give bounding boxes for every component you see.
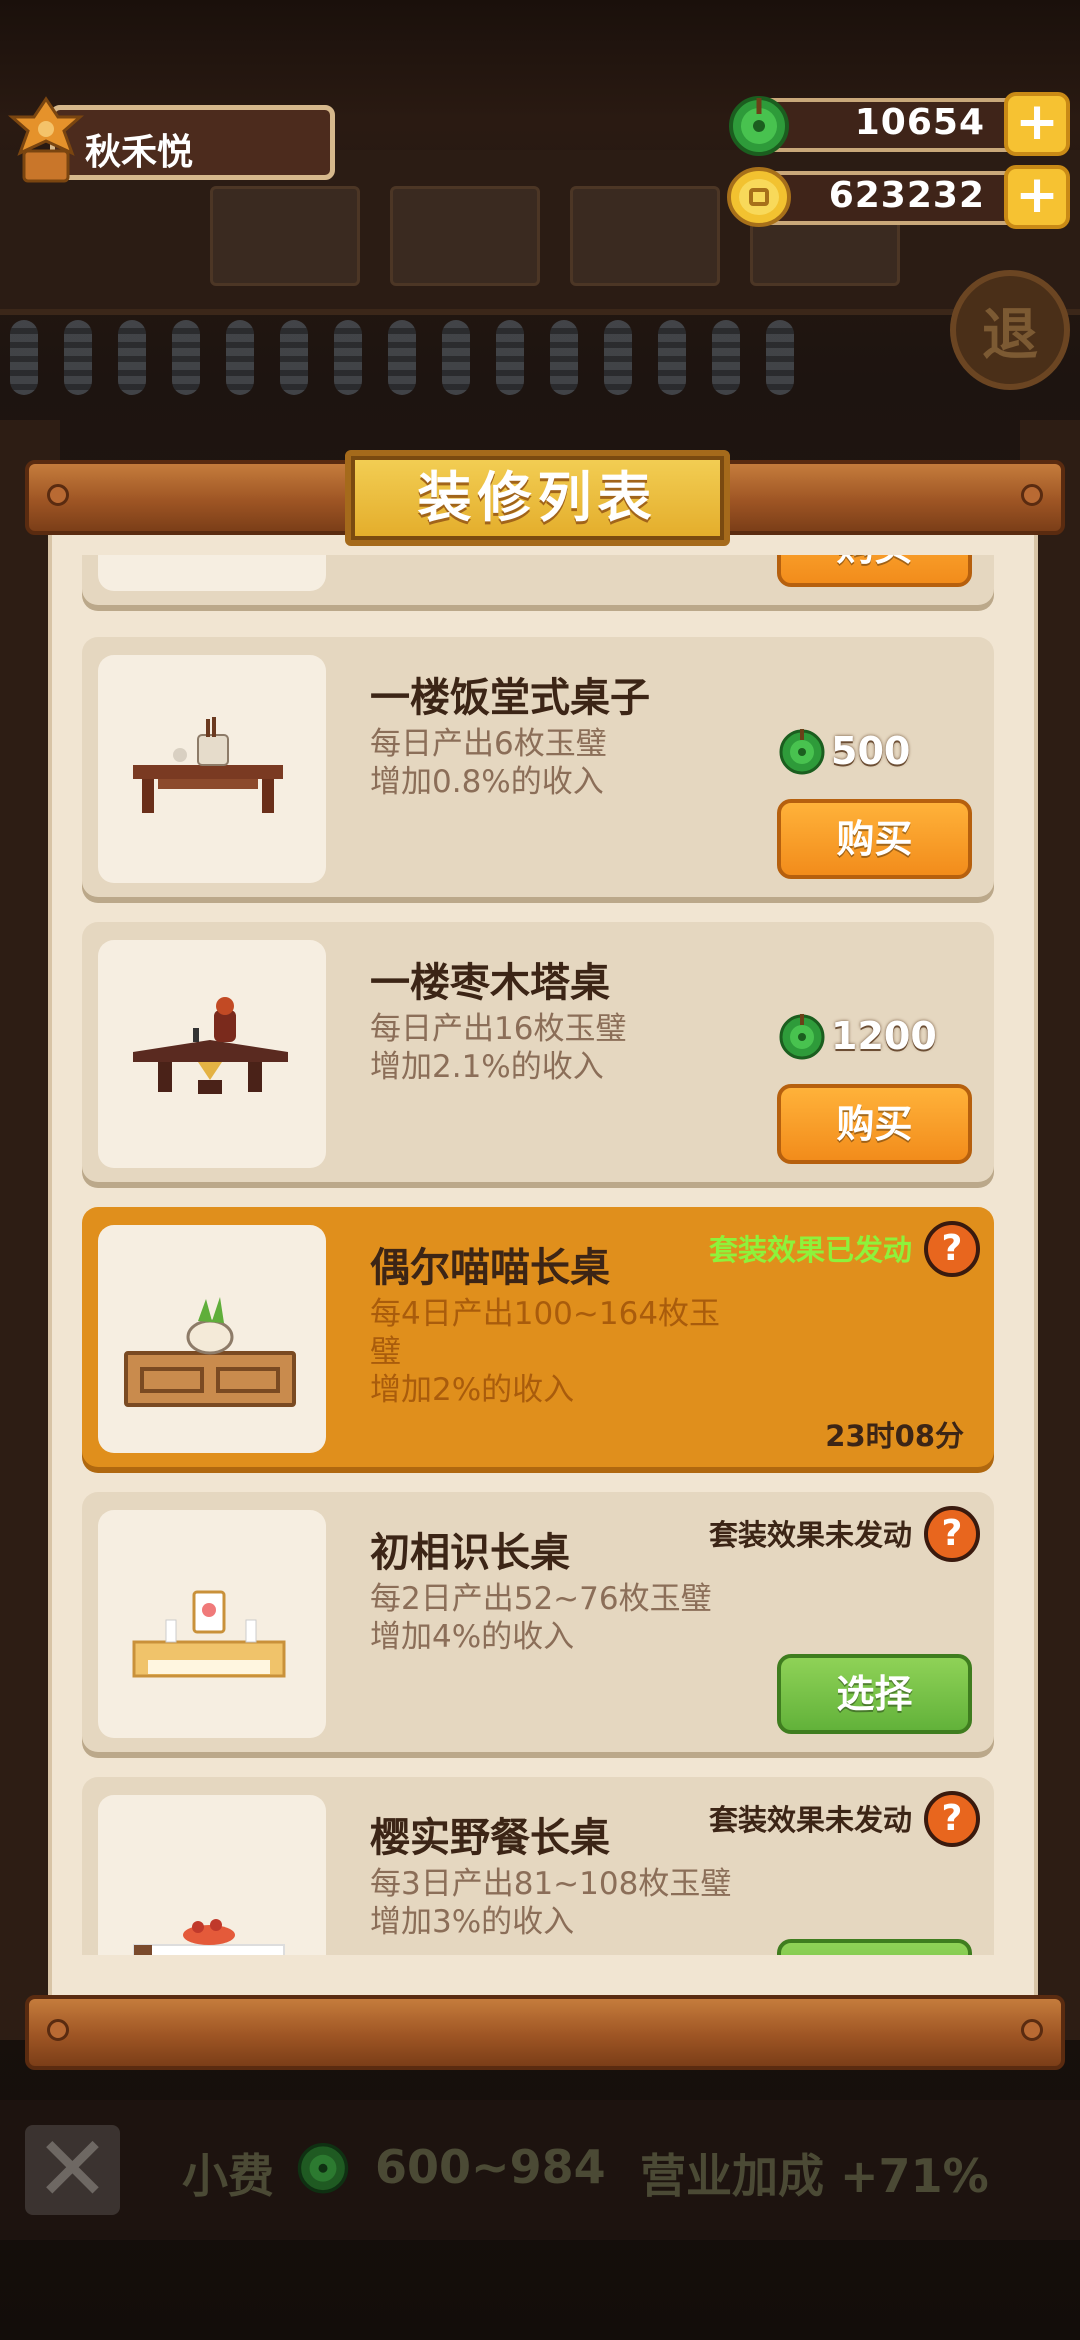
item-description: 每2日产出52~76枚玉璧 增加4%的收入 [370,1581,712,1655]
item-description: 每4日产出100~164枚玉璧 增加2%的收入 [370,1296,721,1408]
set-effect-status: 套装效果未发动 [708,1518,912,1552]
jade-counter: 10654 + [725,90,1070,158]
item-thumbnail [98,1510,326,1738]
item-title: 偶尔喵喵长桌 [370,1245,610,1291]
set-effect-status: 套装效果已发动 [708,1233,912,1267]
add-jade-button[interactable]: + [1004,92,1070,156]
jade-amount: 10654 [854,102,985,143]
cherry-picnic-table-icon [133,1919,285,1955]
add-coin-button[interactable]: + [1004,165,1070,229]
close-icon[interactable]: ✕ [25,2125,120,2215]
list-item: 一楼饭堂式桌子 每日产出6枚玉璧 增加0.8%的收入 500 购买 [82,637,994,897]
help-question-icon[interactable]: ? [924,1221,980,1277]
jade-icon [297,2143,349,2194]
player-avatar-icon [8,96,84,183]
scroll-bottom-rod [25,1995,1065,2070]
set-effect-status: 套装效果未发动 [708,1803,912,1837]
coin-amount: 623232 [828,175,985,216]
buy-button[interactable]: 购买 [777,1084,972,1164]
dialog-title: 装修列表 [345,450,730,546]
exit-button[interactable]: 退 [950,270,1070,390]
help-question-icon[interactable]: ? [924,1791,980,1847]
list-item: 一楼枣木塔桌 每日产出16枚玉璧 增加2.1%的收入 1200 购买 [82,922,994,1182]
tip-label: 小费 [182,2149,274,2203]
select-button[interactable]: 选择 [777,1654,972,1734]
help-question-icon[interactable]: ? [924,1506,980,1562]
buy-button[interactable]: 购买 [777,799,972,879]
item-title: 樱实野餐长桌 [370,1815,610,1861]
shelf-slot [390,186,540,286]
coin-icon [727,167,791,227]
item-thumbnail [98,940,326,1168]
buy-button[interactable]: 购买 [777,555,972,587]
item-thumbnail [98,655,326,883]
hanging-fish-row [0,320,1080,415]
player-info[interactable]: 秋禾悦 [0,95,340,190]
coin-counter: 623232 + [725,163,1070,231]
list-item: 购买 [82,555,994,605]
item-title: 一楼枣木塔桌 [370,960,610,1006]
item-thumbnail [98,1795,326,1955]
item-description: 每日产出16枚玉璧 增加2.1%的收入 [370,1011,627,1085]
first-meet-table-icon [132,1590,286,1678]
select-button[interactable]: 选择 [777,1939,972,1955]
shelf-slot [210,186,360,286]
item-thumbnail [98,1225,326,1453]
item-title: 一楼饭堂式桌子 [370,675,650,721]
list-item: 初相识长桌 每2日产出52~76枚玉璧 增加4%的收入 套装效果未发动 ? 选择 [82,1492,994,1752]
item-timer: 23时08分 [825,1419,964,1453]
jujube-wood-table-icon [133,997,288,1094]
dining-table-icon [133,717,283,813]
item-description: 每3日产出81~108枚玉璧 增加3%的收入 [370,1866,732,1940]
cat-long-table-icon [124,1297,296,1407]
list-item-active: 偶尔喵喵长桌 每4日产出100~164枚玉璧 增加2%的收入 套装效果已发动 ?… [82,1207,994,1467]
player-name: 秋禾悦 [85,132,194,173]
jade-icon [729,96,789,156]
item-thumbnail [98,555,326,591]
tip-range: 600~984 [375,2140,606,2194]
business-bonus: 营业加成 +71% [640,2149,989,2203]
item-description: 每日产出6枚玉璧 增加0.8%的收入 [370,726,607,800]
jade-icon [779,1014,825,1060]
shelf-slot [570,186,720,286]
item-title: 初相识长桌 [370,1530,570,1576]
decoration-list[interactable]: 购买 一楼饭堂式桌子 每日产出6枚玉璧 增加0.8%的收入 [70,555,1020,1955]
list-item: 樱实野餐长桌 每3日产出81~108枚玉璧 增加3%的收入 套装效果未发动 ? … [82,1777,994,1955]
jade-icon [779,729,825,775]
